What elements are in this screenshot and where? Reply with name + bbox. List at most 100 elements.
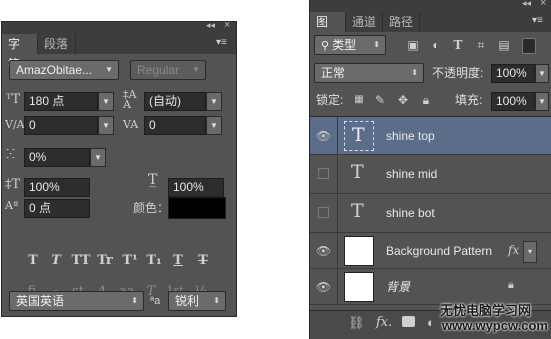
visibility-eye-icon[interactable]: 👁︎	[310, 233, 338, 268]
text-layer-thumbnail-icon: T	[344, 121, 374, 151]
close-icon[interactable]: ×	[224, 19, 230, 31]
lock-icon: 🔒︎	[508, 279, 514, 291]
tab-layers[interactable]: 图层	[310, 12, 346, 49]
visibility-eye-icon[interactable]: 👁︎	[310, 269, 338, 304]
collapse-icon[interactable]: ◂◂	[522, 0, 531, 9]
all-caps-button[interactable]: TT	[70, 253, 92, 268]
watermark: 无忧电脑学习网 www.wypcw.com	[440, 300, 551, 338]
leading-field[interactable]: (自动)	[144, 92, 206, 111]
vertical-scale-field[interactable]: 100%	[24, 178, 90, 197]
search-icon: ⚲	[321, 40, 333, 52]
font-size-field[interactable]: 180 点	[24, 92, 98, 111]
color-swatch[interactable]	[168, 197, 226, 219]
language-select[interactable]: 英国英语 ⬍	[9, 291, 144, 311]
underline-button[interactable]: T	[167, 253, 189, 268]
antialias-select[interactable]: 锐利 ⬍	[168, 291, 226, 311]
lock-position-icon[interactable]: ✥	[396, 93, 410, 107]
visibility-toggle[interactable]	[310, 194, 338, 232]
subscript-button[interactable]: T₁	[143, 253, 165, 268]
strikethrough-button[interactable]: T	[192, 253, 214, 268]
blend-mode-select[interactable]: 正常 ⬍	[314, 63, 424, 83]
close-icon[interactable]: ×	[540, 0, 546, 9]
character-panel: ◂◂ × 字符 段落 ▾≡ AmazObitae... ▼ Regular ▼ …	[1, 19, 237, 317]
layer-name: shine bot	[386, 206, 435, 220]
filter-toggle[interactable]	[522, 38, 536, 54]
collapse-icon[interactable]: ◂◂	[206, 20, 215, 31]
shape-filter-icon[interactable]: ⌗	[474, 38, 488, 52]
layer-row-shine-top[interactable]: 👁︎ T shine top	[310, 117, 551, 155]
horizontal-scale-field[interactable]: 100%	[168, 178, 224, 197]
tab-paths[interactable]: 路径	[383, 12, 420, 32]
tab-channels[interactable]: 通道	[346, 12, 383, 32]
chevron-down-icon: ▼	[192, 65, 200, 74]
tsume-field[interactable]: 0%	[24, 148, 90, 167]
font-style-value: Regular	[137, 63, 180, 77]
smart-object-filter-icon[interactable]: ▤	[497, 38, 511, 52]
kerning-icon: V/A	[5, 118, 25, 131]
character-panel-tabbar: 字符 段落 ▾≡	[2, 34, 236, 71]
layer-thumbnail	[344, 272, 374, 302]
tracking-dropdown[interactable]: ▼	[206, 116, 222, 135]
panel-menu-icon[interactable]: ▾≡	[532, 15, 543, 26]
blend-mode-value: 正常	[321, 66, 346, 80]
chevron-updown-icon: ⬍	[411, 68, 418, 77]
faux-italic-button[interactable]: T	[45, 253, 67, 268]
adjustment-filter-icon[interactable]: ◐	[429, 38, 443, 52]
font-family-value: AmazObitae...	[16, 63, 93, 77]
font-size-dropdown[interactable]: ▼	[98, 92, 114, 111]
panel-menu-icon[interactable]: ▾≡	[216, 37, 227, 48]
mask-icon[interactable]	[402, 316, 415, 327]
chevron-updown-icon: ⬍	[131, 296, 138, 305]
adjustment-icon[interactable]: ◐	[427, 315, 435, 330]
kerning-field[interactable]: 0	[24, 116, 98, 135]
layer-name: shine top	[386, 129, 435, 143]
layer-filter-select[interactable]: ⚲ 类型 ⬍	[314, 35, 386, 55]
faux-bold-button[interactable]: T	[22, 253, 44, 268]
font-family-select[interactable]: AmazObitae... ▼	[9, 60, 119, 80]
lock-all-icon[interactable]: 🔒︎	[419, 93, 433, 107]
leading-dropdown[interactable]: ▼	[206, 92, 222, 111]
tsume-icon: ⵘ	[6, 147, 15, 161]
hidden-checkbox-icon	[318, 168, 329, 179]
lock-label: 锁定:	[316, 93, 344, 107]
fx-icon[interactable]: fx.	[376, 315, 392, 330]
visibility-toggle[interactable]	[310, 155, 338, 193]
vertical-scale-icon: ‡T	[5, 177, 21, 192]
lock-transparent-icon[interactable]: ▦	[352, 93, 366, 107]
image-filter-icon[interactable]: ▣	[406, 38, 420, 52]
link-icon[interactable]: ⛓	[348, 315, 365, 331]
opacity-dropdown[interactable]: ▼	[535, 64, 549, 83]
lock-image-icon[interactable]: ✎	[373, 93, 387, 107]
tab-character[interactable]: 字符	[2, 34, 38, 71]
layer-name: 背景	[386, 280, 411, 294]
text-layer-thumbnail-icon: T	[351, 200, 364, 222]
type-filter-icon[interactable]: T	[451, 38, 465, 52]
watermark-title: 无忧电脑学习网	[440, 303, 532, 318]
layers-panel-titlebar: ◂◂ ×	[310, 0, 551, 12]
tracking-icon: VA	[123, 118, 139, 131]
fx-icon[interactable]: fx	[508, 243, 519, 257]
font-style-select[interactable]: Regular ▼	[130, 60, 206, 80]
opacity-field[interactable]: 100%	[491, 64, 535, 83]
fill-label: 填充:	[455, 93, 483, 107]
fill-field[interactable]: 100%	[491, 92, 535, 111]
tracking-field[interactable]: 0	[144, 116, 206, 135]
baseline-shift-icon: Aª	[5, 199, 19, 212]
kerning-dropdown[interactable]: ▼	[98, 116, 114, 135]
layers-panel: ◂◂ × 图层 通道 路径 ▾≡ ⚲ 类型 ⬍ ▣ ◐ T ⌗ ▤ 正常 ⬍ 不…	[309, 0, 551, 339]
layer-name: shine mid	[386, 167, 438, 181]
layer-thumbnail	[344, 236, 374, 266]
visibility-eye-icon[interactable]: 👁︎	[310, 117, 338, 154]
layer-name: Background Pattern	[386, 244, 493, 258]
tab-paragraph[interactable]: 段落	[38, 34, 76, 54]
layer-row-shine-mid[interactable]: T shine mid	[310, 155, 551, 194]
expand-effects-icon[interactable]: ▾	[523, 241, 537, 263]
baseline-shift-field[interactable]: 0 点	[24, 199, 90, 218]
layer-row-background-pattern[interactable]: 👁︎ Background Pattern fx ▾	[310, 233, 551, 269]
tsume-dropdown[interactable]: ▼	[90, 148, 106, 167]
superscript-button[interactable]: T¹	[119, 253, 141, 268]
layer-row-shine-bot[interactable]: T shine bot	[310, 194, 551, 233]
fill-dropdown[interactable]: ▼	[535, 92, 549, 111]
small-caps-button[interactable]: Tr	[94, 253, 116, 268]
layers-panel-tabbar: 图层 通道 路径 ▾≡	[310, 12, 551, 49]
